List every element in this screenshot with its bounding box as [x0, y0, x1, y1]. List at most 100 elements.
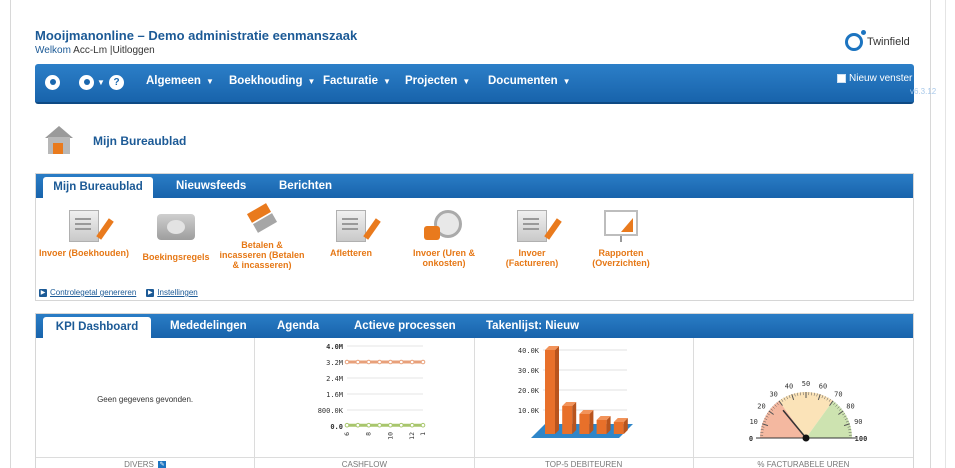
tab-takenlijst[interactable]: Takenlijst: Nieuw	[486, 314, 579, 338]
favorites-icon[interactable]	[79, 75, 94, 90]
new-window-checkbox[interactable]	[837, 74, 846, 83]
new-window-label: Nieuw venster	[849, 73, 913, 84]
data-point	[377, 422, 383, 428]
edit-icon[interactable]: ✎	[158, 460, 167, 468]
version-label: v6.3.12	[910, 87, 937, 96]
arrow-right-icon: ▶	[146, 288, 155, 297]
link-controlegetal[interactable]: ▶ Controlegetal genereren	[39, 288, 136, 297]
x-tick-label: 10	[387, 432, 395, 440]
y-tick-label: 800.0K	[318, 407, 344, 415]
bar	[578, 414, 589, 434]
link-instellingen[interactable]: ▶ Instellingen	[146, 288, 198, 297]
tab-nieuwsfeeds[interactable]: Nieuwsfeeds	[176, 174, 246, 198]
user-name: Acc-Lm	[73, 45, 108, 56]
data-point	[420, 422, 426, 428]
menu-projecten[interactable]: Projecten ▼	[405, 75, 470, 87]
tile-afletteren[interactable]: Afletteren	[316, 210, 386, 258]
favorites-dropdown-icon[interactable]: ▼	[97, 78, 105, 87]
bar	[613, 422, 624, 434]
kpi-panel: KPI Dashboard Mededelingen Agenda Actiev…	[35, 313, 914, 468]
tile-rapporten[interactable]: Rapporten (Overzichten)	[581, 208, 661, 268]
menu-algemeen[interactable]: Algemeen ▼	[146, 75, 214, 87]
gauge-tick-label: 40	[785, 383, 793, 391]
gauge-tick-label: 60	[819, 383, 827, 391]
chevron-down-icon: ▼	[205, 77, 214, 86]
tab-mededelingen[interactable]: Mededelingen	[170, 314, 247, 338]
tab-actieve-processen[interactable]: Actieve processen	[354, 314, 456, 338]
house-icon	[45, 126, 73, 154]
data-point	[344, 422, 350, 428]
chevron-down-icon: ▼	[462, 77, 471, 86]
tile-invoer-factureren[interactable]: Invoer (Factureren)	[491, 210, 573, 268]
twinfield-logo-icon	[845, 30, 866, 51]
bar-side	[571, 402, 576, 434]
gauge-tick-label: 20	[757, 403, 765, 411]
widget-title-cashflow: CASHFLOW	[255, 457, 474, 468]
data-point	[388, 422, 393, 428]
app-title: Mooijmanonline – Demo administratie eenm…	[35, 28, 358, 43]
top5-chart: 10.0K 20.0K 30.0K 40.0K	[517, 346, 633, 438]
y-tick-label: 20.0K	[517, 387, 539, 395]
y-tick-label: 2.4M	[326, 375, 343, 383]
invoice-pencil-icon	[512, 210, 562, 242]
gauge-tick-label: 50	[802, 380, 810, 388]
widget-top5: 10.0K 20.0K 30.0K 40.0K TOP-5 DEBITEUREN	[474, 338, 694, 468]
x-tick-label: 12	[408, 432, 416, 440]
data-point	[388, 359, 393, 365]
data-point	[410, 359, 415, 365]
bar	[596, 420, 607, 434]
cashflow-chart: 0.0 800.0K 1.6M 2.4M 3.2M 4.0M 6 8 10 12 1	[318, 343, 427, 440]
tile-boekingsregels[interactable]: Boekingsregels	[136, 210, 216, 262]
menu-boekhouding[interactable]: Boekhouding ▼	[229, 75, 315, 87]
chevron-down-icon: ▼	[382, 77, 391, 86]
data-point	[355, 422, 361, 428]
facturabele-uren-gauge: 0 1020 30 40 50 60 70 8090 100	[749, 380, 867, 443]
bar	[544, 350, 555, 434]
tile-betalen-incasseren[interactable]: Betalen & incasseren (Betalen & incasser…	[218, 202, 306, 270]
tile-invoer-uren-onkosten[interactable]: Invoer (Uren & onkosten)	[406, 210, 482, 268]
panel-links: ▶ Controlegetal genereren ▶ Instellingen	[39, 288, 198, 297]
new-window-toggle[interactable]: Nieuw venster	[837, 73, 912, 84]
scrollbar[interactable]	[945, 0, 955, 468]
widget-title-top5: TOP-5 DEBITEUREN	[474, 457, 693, 468]
tile-invoer-boekhouden[interactable]: Invoer (Boekhouden)	[39, 210, 129, 258]
bar-side	[588, 410, 593, 434]
data-point	[399, 359, 404, 365]
y-tick-label: 30.0K	[517, 367, 539, 375]
gauge-hub	[802, 434, 810, 442]
data-point	[399, 422, 404, 428]
x-tick-label: 8	[365, 432, 373, 436]
data-point	[410, 422, 415, 428]
widget-title-divers: DIVERS ✎	[36, 457, 255, 468]
data-point	[344, 359, 350, 365]
main-navbar: ▼ ? Algemeen ▼ Boekhouding ▼ Facturatie ▼ P…	[35, 64, 936, 104]
chevron-down-icon: ▼	[562, 77, 571, 86]
tab-agenda[interactable]: Agenda	[277, 314, 319, 338]
invoice-pencil-icon	[64, 210, 114, 242]
widget-gauge: 0 10 20 30 40 50 60 70 80 90 100 % FACTURABELE URE…	[693, 338, 913, 468]
kpi-tabs: KPI Dashboard Mededelingen Agenda Actiev…	[36, 314, 913, 338]
gauge-tick-label: 0	[749, 435, 753, 443]
checklist-icon	[331, 210, 381, 242]
tab-kpi-dashboard[interactable]: KPI Dashboard	[43, 317, 151, 338]
gauge-tick-label: 80	[846, 403, 854, 411]
welcome-prefix: Welkom	[35, 45, 71, 56]
widget-title-gauge: % FACTURABELE UREN	[693, 457, 913, 468]
y-tick-label: 40.0K	[517, 347, 539, 355]
tab-mijn-bureaublad[interactable]: Mijn Bureaublad	[43, 177, 153, 198]
desktop-panel: Mijn Bureaublad Nieuwsfeeds Berichten In…	[35, 173, 914, 301]
data-point	[355, 359, 361, 365]
home-icon[interactable]	[45, 75, 60, 90]
gauge-tick-label: 100	[854, 435, 867, 443]
help-icon[interactable]: ?	[109, 75, 124, 90]
gauge-tick-label: 10	[749, 418, 757, 426]
presentation-chart-icon	[601, 210, 641, 242]
arrow-right-icon: ▶	[39, 288, 47, 297]
menu-facturatie[interactable]: Facturatie ▼	[323, 75, 391, 87]
transfer-arrows-icon	[242, 202, 282, 234]
tab-berichten[interactable]: Berichten	[279, 174, 332, 198]
menu-documenten[interactable]: Documenten ▼	[488, 75, 571, 87]
y-tick-label: 10.0K	[517, 407, 539, 415]
gauge-tick-label: 30	[769, 391, 777, 399]
logout-link[interactable]: Uitloggen	[112, 45, 154, 56]
